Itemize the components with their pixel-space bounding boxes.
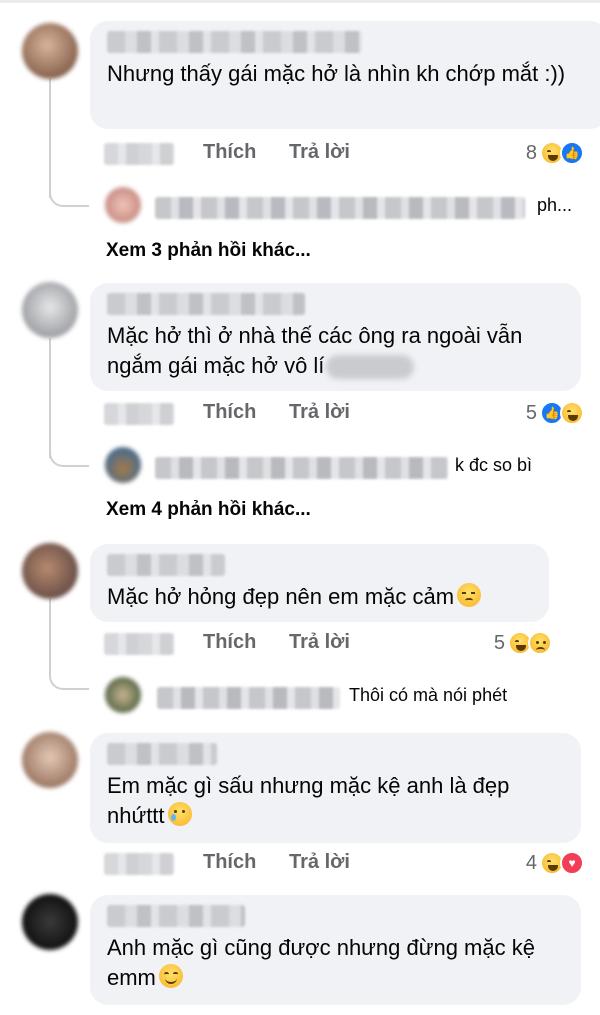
reply-avatar bbox=[105, 677, 141, 713]
comment-bubble: Anh mặc gì cũng được nhưng đừng mặc kệ e… bbox=[90, 895, 581, 1005]
comment-author-name[interactable] bbox=[107, 905, 245, 927]
comment-actions: Thích Trả lời 5 bbox=[0, 629, 600, 659]
comment-bubble: Nhưng thấy gái mặc hở là nhìn kh chớp mắ… bbox=[90, 21, 600, 129]
reply-text-blurred bbox=[155, 197, 525, 219]
reply-text: k đc so bì bbox=[455, 455, 533, 475]
avatar[interactable] bbox=[22, 894, 78, 950]
reply-preview[interactable]: k đc so bì bbox=[0, 445, 600, 485]
thread-line bbox=[49, 78, 51, 198]
reaction-summary[interactable]: 4 ♥ bbox=[526, 849, 584, 877]
reaction-count: 5 bbox=[493, 631, 505, 654]
comment-actions: Thích Trả lời 4 ♥ bbox=[0, 849, 600, 879]
comment-text: Anh mặc gì cũng được nhưng đừng mặc kệ e… bbox=[107, 935, 535, 990]
comment-bubble: Mặc hở hỏng đẹp nên em mặc cảm bbox=[90, 544, 549, 622]
avatar[interactable] bbox=[22, 282, 78, 338]
reaction-count: 4 bbox=[525, 851, 537, 874]
comment-timestamp[interactable] bbox=[104, 143, 174, 165]
comment-timestamp[interactable] bbox=[104, 853, 174, 875]
reaction-summary[interactable]: 8 👍 bbox=[526, 139, 584, 167]
comment-timestamp[interactable] bbox=[104, 403, 174, 425]
reaction-count: 8 bbox=[525, 141, 537, 164]
reaction-summary[interactable]: 5 👍 bbox=[526, 399, 584, 427]
reply-avatar bbox=[105, 187, 141, 223]
comment-bubble: Mặc hở thì ở nhà thế các ông ra ngoài vẫ… bbox=[90, 283, 581, 391]
reply-connector bbox=[49, 668, 89, 690]
avatar[interactable] bbox=[22, 23, 78, 79]
comment-author-name[interactable] bbox=[107, 293, 305, 315]
thread-line bbox=[49, 338, 51, 458]
avatar[interactable] bbox=[22, 543, 78, 599]
comment-actions: Thích Trả lời 8 👍 bbox=[0, 139, 600, 169]
top-divider bbox=[0, 0, 600, 3]
sad-icon bbox=[528, 631, 552, 655]
comment-author-name[interactable] bbox=[107, 554, 225, 576]
reply-text: Thôi có mà nói phét bbox=[349, 685, 508, 705]
comment-actions: Thích Trả lời 5 👍 bbox=[0, 399, 600, 429]
reply-preview[interactable]: Thôi có mà nói phét bbox=[0, 668, 600, 715]
comment-author-name[interactable] bbox=[107, 31, 362, 53]
haha-icon bbox=[560, 401, 584, 425]
reply-text-blurred bbox=[157, 687, 340, 709]
comment-text: Nhưng thấy gái mặc hở là nhìn kh chớp mắ… bbox=[107, 61, 566, 86]
like-button[interactable]: Thích bbox=[203, 141, 256, 164]
view-more-replies[interactable]: Xem 3 phản hồi khác... bbox=[106, 240, 311, 262]
reply-button[interactable]: Trả lời bbox=[289, 631, 350, 654]
blurred-mention bbox=[326, 355, 415, 380]
reply-text: ph... bbox=[537, 195, 573, 215]
view-more-replies[interactable]: Xem 4 phản hồi khác... bbox=[106, 499, 311, 521]
smiling-face-icon bbox=[158, 964, 183, 988]
like-button[interactable]: Thích bbox=[203, 401, 256, 424]
avatar[interactable] bbox=[22, 732, 78, 788]
comment-timestamp[interactable] bbox=[104, 633, 174, 655]
reply-connector bbox=[49, 445, 89, 467]
comment-text: Em mặc gì sấu nhưng mặc kệ anh là đẹp nh… bbox=[107, 773, 510, 828]
reply-text-blurred bbox=[155, 457, 448, 479]
reply-button[interactable]: Trả lời bbox=[289, 401, 350, 424]
reply-connector bbox=[49, 185, 89, 207]
like-button[interactable]: Thích bbox=[203, 851, 256, 874]
crying-face-icon bbox=[167, 802, 192, 826]
reply-preview[interactable]: ph... bbox=[0, 185, 600, 225]
comment-author-name[interactable] bbox=[107, 743, 217, 765]
reply-avatar bbox=[105, 447, 141, 483]
like-button[interactable]: Thích bbox=[203, 631, 256, 654]
reply-button[interactable]: Trả lời bbox=[289, 141, 350, 164]
reaction-summary[interactable]: 5 bbox=[494, 629, 552, 657]
pensive-face-icon bbox=[457, 583, 482, 607]
reaction-count: 5 bbox=[525, 401, 537, 424]
comment-bubble: Em mặc gì sấu nhưng mặc kệ anh là đẹp nh… bbox=[90, 733, 581, 843]
reply-button[interactable]: Trả lời bbox=[289, 851, 350, 874]
comment-text: Mặc hở hỏng đẹp nên em mặc cảm bbox=[107, 582, 533, 612]
comment-text: Mặc hở thì ở nhà thế các ông ra ngoài vẫ… bbox=[107, 323, 523, 380]
like-icon: 👍 bbox=[560, 141, 584, 165]
love-icon: ♥ bbox=[560, 851, 584, 875]
